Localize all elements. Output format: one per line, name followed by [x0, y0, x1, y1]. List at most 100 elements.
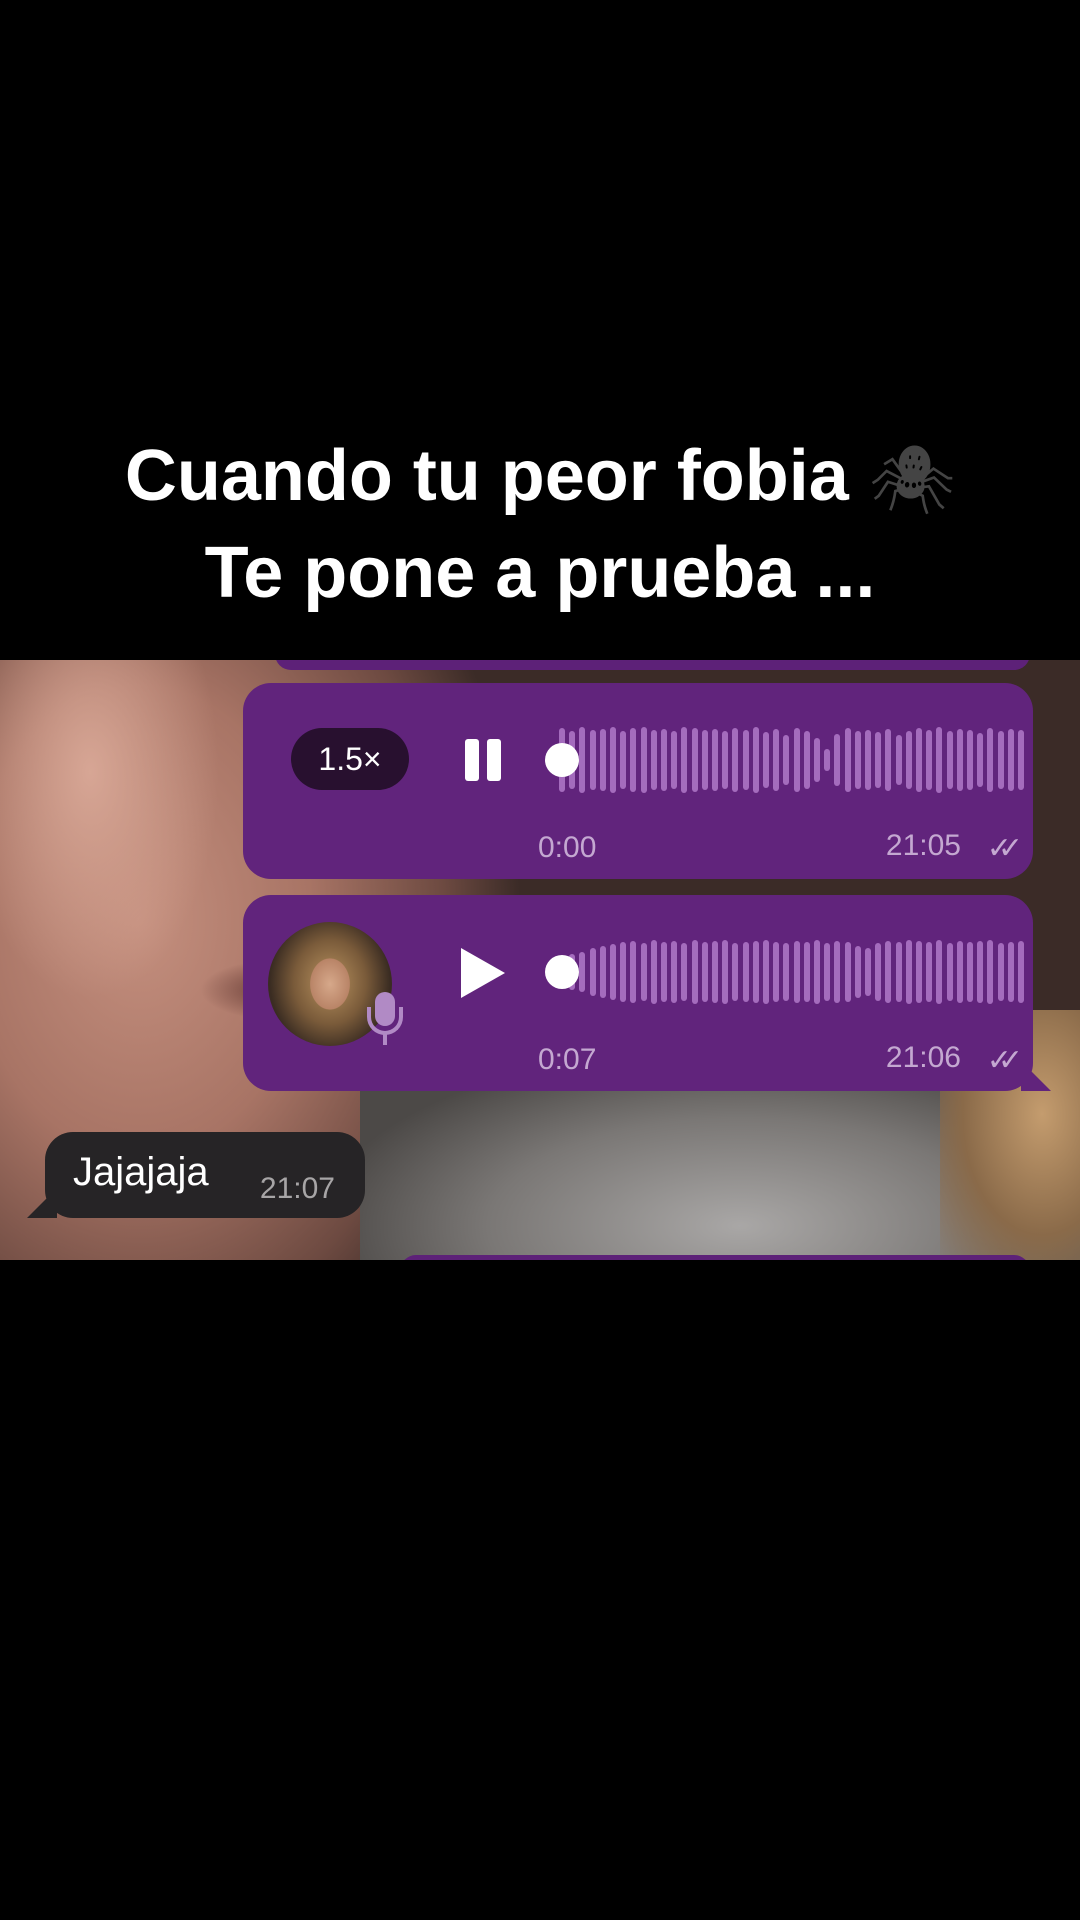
waveform-bar [701, 730, 708, 790]
waveform-bar [956, 729, 963, 791]
waveform-bar [640, 727, 647, 793]
waveform-bar [895, 735, 902, 785]
waveform-bar [650, 940, 657, 1004]
waveform-bar [712, 941, 718, 1003]
waveform-bar [589, 948, 596, 996]
waveform-bar [1018, 730, 1024, 790]
waveform-bar [865, 948, 871, 996]
waveform-bar [997, 943, 1004, 1001]
waveform-bar [916, 941, 922, 1003]
bubble-tail [27, 1188, 57, 1218]
waveform-bar [752, 727, 759, 793]
voice-message-bubble[interactable]: 0:07 21:06 ✓✓ [243, 895, 1051, 1091]
waveform-bar [579, 727, 586, 793]
next-bubble-edge [400, 1255, 1030, 1260]
waveform-bar [671, 731, 678, 789]
waveform-bar [956, 941, 963, 1003]
waveform-bar [691, 728, 698, 792]
waveform-bar [824, 943, 831, 1001]
waveform-bar [661, 729, 667, 791]
waveform-bar [824, 749, 831, 771]
waveform-bar [712, 729, 718, 791]
waveform-bar [946, 943, 953, 1001]
waveform-bar [834, 734, 841, 786]
waveform-bar [987, 940, 994, 1004]
waveform-bar [854, 731, 861, 789]
waveform-bar [599, 946, 606, 998]
waveform-bar [936, 727, 943, 793]
waveform-bar [630, 728, 637, 792]
playback-speed-button[interactable]: 1.5× [291, 728, 409, 790]
waveform-bar [916, 728, 922, 792]
waveform-bar [834, 941, 841, 1003]
audio-waveform[interactable] [559, 937, 1029, 1007]
waveform-bar [793, 728, 800, 792]
waveform-bar [926, 730, 933, 790]
waveform-bar [732, 943, 739, 1001]
waveform-bar [763, 732, 769, 788]
waveform-bar [773, 729, 780, 791]
message-text: Jajajaja [73, 1150, 209, 1194]
waveform-bar [905, 731, 912, 789]
waveform-bar [630, 941, 637, 1003]
waveform-bar [814, 738, 820, 782]
waveform-bar [997, 731, 1004, 789]
playback-scrubber-handle[interactable] [545, 743, 579, 777]
waveform-bar [885, 941, 892, 1003]
spider-icon: 🕷 [868, 440, 956, 520]
waveform-bar [671, 941, 678, 1003]
waveform-bar [661, 942, 667, 1002]
waveform-bar [865, 730, 871, 790]
waveform-bar [1018, 941, 1024, 1003]
waveform-bar [620, 942, 627, 1002]
caption-line-2: Te pone a prueba ... [204, 532, 876, 613]
play-icon[interactable] [461, 948, 505, 998]
waveform-bar [967, 730, 973, 790]
double-check-icon: ✓✓ [986, 1043, 1023, 1078]
caption-line-1-text: Cuando tu peor fobia [124, 436, 849, 516]
waveform-bar [589, 730, 596, 790]
waveform-bar [967, 942, 973, 1002]
waveform-bar [610, 727, 616, 793]
waveform-bar [854, 946, 861, 998]
waveform-bar [844, 942, 851, 1002]
bubble-tail [1021, 1061, 1051, 1091]
waveform-bar [885, 729, 892, 791]
waveform-bar [814, 940, 820, 1004]
waveform-bar [742, 730, 749, 790]
waveform-bar [732, 728, 739, 792]
voice-duration: 0:07 [538, 1043, 597, 1076]
waveform-bar [691, 940, 698, 1004]
waveform-bar [793, 941, 800, 1003]
waveform-bar [722, 940, 729, 1004]
waveform-bar [1007, 729, 1014, 791]
waveform-bar [681, 727, 688, 793]
pause-icon[interactable] [461, 739, 505, 781]
waveform-bar [620, 731, 627, 789]
waveform-bar [905, 940, 912, 1004]
received-text-message[interactable]: Jajajaja 21:07 [27, 1132, 365, 1218]
waveform-bar [977, 733, 984, 787]
waveform-bar [763, 940, 769, 1004]
waveform-bar [773, 942, 780, 1002]
caption-line-1: Cuando tu peor fobia 🕷 [0, 430, 1080, 527]
waveform-bar [977, 941, 984, 1003]
waveform-bar [875, 943, 882, 1001]
waveform-bar [946, 731, 953, 789]
waveform-bar [936, 940, 943, 1004]
waveform-bar [926, 942, 933, 1002]
audio-waveform[interactable] [559, 725, 1029, 795]
message-time: 21:06 [885, 1041, 961, 1074]
waveform-bar [742, 942, 749, 1002]
previous-bubble-edge [275, 660, 1030, 670]
waveform-bar [650, 730, 657, 790]
waveform-bar [752, 941, 759, 1003]
waveform-bar [701, 942, 708, 1002]
playback-scrubber-handle[interactable] [545, 955, 579, 989]
voice-message-bubble[interactable]: 1.5× 0:00 21:05 ✓✓ [243, 683, 1033, 879]
waveform-bar [579, 952, 586, 992]
waveform-bar [987, 728, 994, 792]
waveform-bar [803, 731, 810, 789]
microphone-icon [375, 992, 395, 1026]
waveform-bar [681, 943, 688, 1001]
